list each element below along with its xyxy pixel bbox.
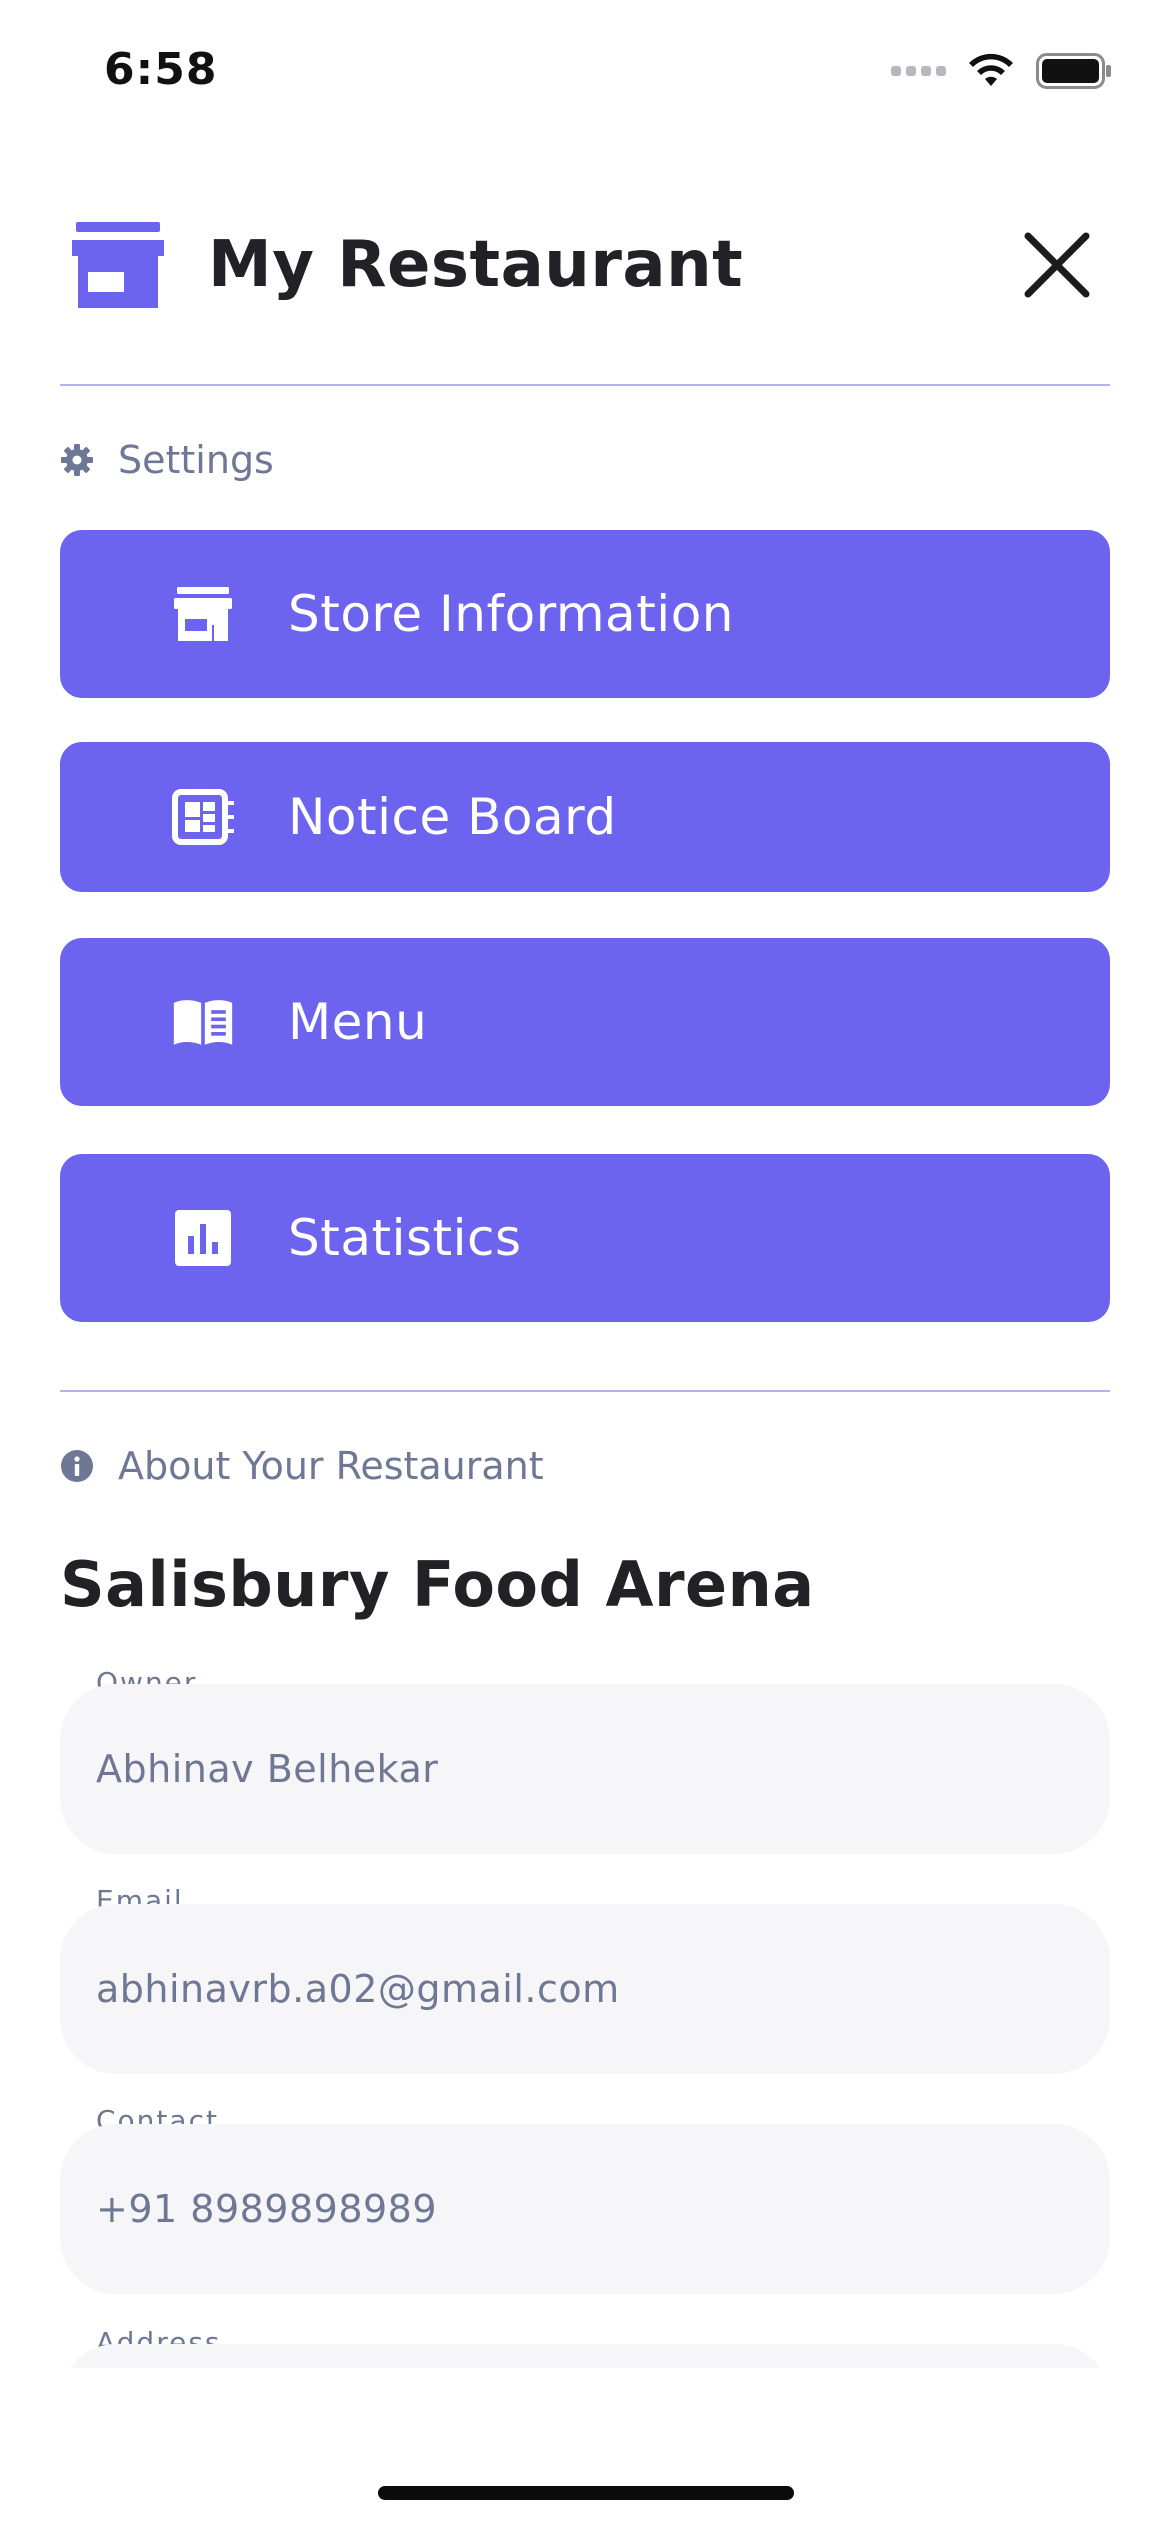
store-icon	[174, 587, 232, 641]
wifi-icon	[969, 53, 1013, 86]
settings-section-label: Settings	[60, 438, 274, 482]
notice-board-icon	[172, 789, 234, 845]
settings-label-text: Settings	[118, 438, 274, 482]
status-time: 6:58	[104, 44, 218, 95]
section-divider	[60, 1390, 1110, 1392]
about-section-label: About Your Restaurant	[60, 1444, 544, 1488]
header-divider	[60, 384, 1110, 386]
owner-field-value: Abhinav Belhekar	[96, 1747, 439, 1791]
store-information-label: Store Information	[288, 585, 734, 643]
contact-field-value: +91 8989898989	[96, 2187, 438, 2231]
battery-icon	[1036, 53, 1111, 89]
about-label-text: About Your Restaurant	[118, 1444, 544, 1488]
gear-icon	[61, 444, 93, 476]
notice-board-label: Notice Board	[288, 788, 617, 846]
menu-button[interactable]: Menu	[60, 938, 1110, 1106]
statistics-button[interactable]: Statistics	[60, 1154, 1110, 1322]
menu-label: Menu	[288, 993, 428, 1051]
info-icon	[61, 1450, 93, 1482]
notice-board-button[interactable]: Notice Board	[60, 742, 1110, 892]
chart-icon	[175, 1210, 231, 1266]
store-information-button[interactable]: Store Information	[60, 530, 1110, 698]
page-title: My Restaurant	[208, 228, 744, 302]
owner-field[interactable]: Abhinav Belhekar	[60, 1684, 1110, 1854]
store-logo-icon	[72, 222, 164, 308]
statistics-label: Statistics	[288, 1209, 522, 1267]
drawer-header: My Restaurant	[60, 210, 1110, 320]
close-button[interactable]	[1016, 224, 1098, 306]
book-icon	[173, 1000, 233, 1045]
status-icons	[891, 52, 1112, 90]
home-indicator[interactable]	[378, 2486, 794, 2500]
screen: 6:58 My Restaurant Settings Store Inform…	[0, 0, 1170, 2532]
cellular-signal-icon	[891, 66, 946, 76]
scroll-clip	[0, 2368, 1170, 2532]
restaurant-name: Salisbury Food Arena	[60, 1548, 815, 1621]
close-icon	[1024, 232, 1090, 298]
contact-field[interactable]: +91 8989898989	[60, 2124, 1110, 2294]
email-field-value: abhinavrb.a02@gmail.com	[96, 1967, 620, 2011]
email-field[interactable]: abhinavrb.a02@gmail.com	[60, 1904, 1110, 2074]
